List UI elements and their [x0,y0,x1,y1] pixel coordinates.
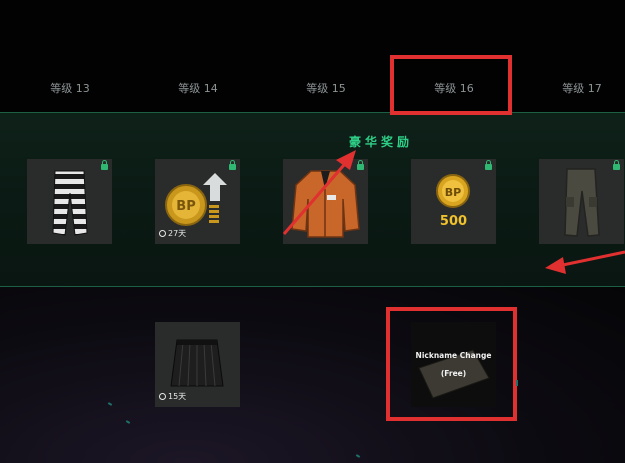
annotation-arrows [282,150,625,274]
spark-decoration [516,380,518,386]
red-arrow-icon [545,250,625,274]
red-arrow-icon [282,150,356,235]
